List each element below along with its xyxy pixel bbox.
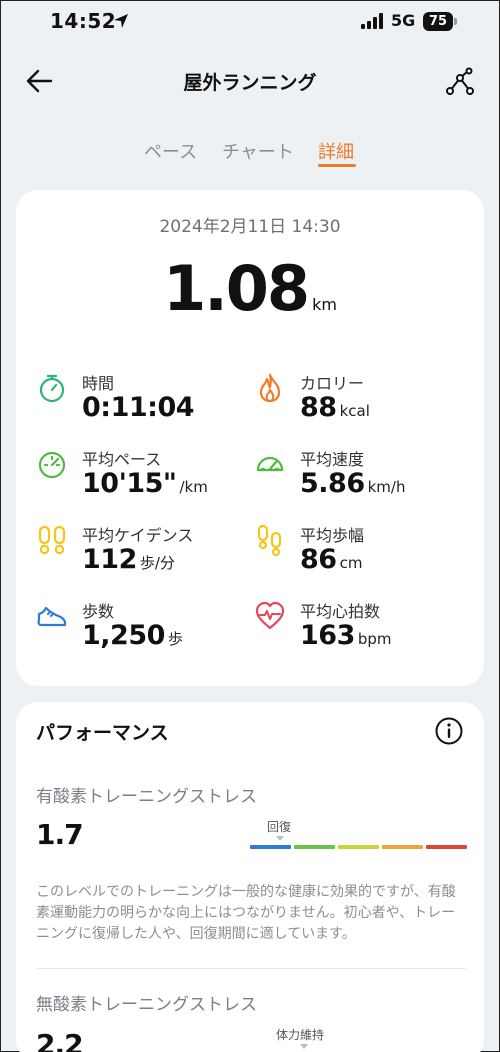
metric-value: 1,250 [82,620,165,651]
metric-steps: 歩数 1,250 歩 [36,598,236,662]
metric-value: 86 [300,544,337,575]
flame-icon [259,373,281,403]
metric-avg-cadence: 平均ケイデンス 112 歩/分 [36,522,236,586]
aerobic-level-label: 回復 [267,820,292,834]
battery-icon: 75 [423,12,457,31]
distance-value: 1.08 [163,252,310,325]
summary-card: 2024年2月11日 14:30 1.08 km 時間 0:11:04 カロリー … [16,190,484,686]
anaerobic-stress-title: 無酸素トレーニングストレス [36,995,257,1015]
metric-unit: kcal [339,402,370,420]
metric-label: 平均ケイデンス [82,526,194,545]
scale-segment-highly-improve [382,845,423,849]
battery-level: 75 [423,12,453,31]
scale-segment-improve [338,845,379,849]
metric-avg-stride: 平均歩幅 86 cm [254,522,454,586]
heart-pulse-icon [255,601,285,630]
metric-time: 時間 0:11:04 [36,370,236,434]
metric-avg-heart-rate: 平均心拍数 163 bpm [254,598,454,662]
tab-pace[interactable]: ペース [144,138,197,164]
tab-details[interactable]: 詳細 [318,138,354,164]
tab-chart[interactable]: チャート [222,138,294,164]
metric-avg-pace: 平均ペース 10'15"/km [36,446,236,510]
metric-value: 0:11:04 [82,392,195,423]
aerobic-level-marker [276,836,284,841]
metric-value: 163 [300,620,355,651]
metric-label: 平均心拍数 [300,602,381,621]
share-icon[interactable] [444,66,476,98]
aerobic-stress-title: 有酸素トレーニングストレス [36,787,257,807]
metric-label: 時間 [82,374,115,393]
page-title: 屋外ランニング [183,72,317,94]
footprints-icon [257,524,282,556]
anaerobic-level-marker [300,1044,308,1049]
status-time: 14:52 [50,9,117,33]
location-arrow-icon [114,14,128,28]
metric-label: 平均速度 [300,450,365,469]
active-tab-indicator [318,164,356,167]
metric-label: 平均歩幅 [300,526,365,545]
metric-unit: 歩/分 [139,554,175,572]
metric-value: 112 [82,544,137,575]
distance-display: 1.08 km [16,252,484,325]
workout-date: 2024年2月11日 14:30 [159,217,341,237]
anaerobic-level-label: 体力維持 [276,1028,325,1042]
metric-unit: km/h [367,478,406,496]
metric-unit: bpm [357,630,392,648]
status-bar: 14:52 5G 75 [0,0,500,44]
aerobic-stress-scale [250,845,467,849]
speedometer-icon [38,451,66,479]
scale-segment-recovery [250,845,291,849]
metric-label: 平均ペース [82,450,162,469]
footprints-icon [38,525,66,555]
speedometer-icon [256,456,284,472]
stopwatch-icon [39,374,65,403]
performance-card: パフォーマンス 有酸素トレーニングストレス 1.7 回復 このレベルでのトレーニ… [16,702,484,1052]
scale-segment-maintain [294,845,335,849]
shoe-icon [37,606,67,627]
scale-segment-overload [426,845,467,849]
distance-unit: km [312,295,337,314]
metric-value: 5.86 [300,468,365,499]
metric-value: 10'15" [82,468,177,499]
metric-value: 88 [300,392,337,423]
tab-bar: ペース チャート 詳細 [0,138,500,172]
metric-unit: /km [179,478,208,496]
metric-label: カロリー [300,374,365,393]
metric-calories: カロリー 88 kcal [254,370,454,434]
performance-title: パフォーマンス [36,722,169,744]
section-divider [36,968,466,969]
anaerobic-stress-value: 2.2 [36,1028,84,1052]
aerobic-stress-description: このレベルでのトレーニングは一般的な健康に効果的ですが、有酸素運動能力の明らかな… [36,884,456,942]
metric-unit: 歩 [167,630,183,648]
metric-unit: cm [339,554,363,572]
info-icon[interactable] [434,716,464,746]
metric-label: 歩数 [82,602,115,621]
network-label: 5G [391,11,416,30]
metric-avg-speed: 平均速度 5.86 km/h [254,446,454,510]
signal-icon [361,13,383,29]
aerobic-stress-value: 1.7 [36,818,84,851]
